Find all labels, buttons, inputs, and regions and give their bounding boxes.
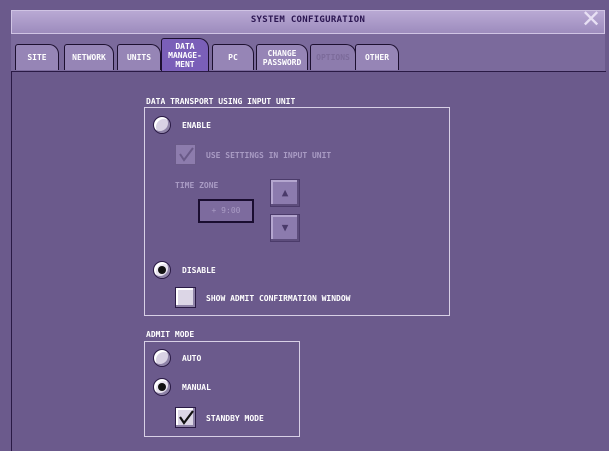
tab-label: PC [228,53,238,62]
tab-label-line: PASSWORD [262,57,302,67]
tab-label: SITE [27,53,47,62]
tab-label: UNITS [126,53,152,62]
tab-label-line: CHANGE [267,48,297,58]
tab-bar: SITE NETWORK UNITS DATA MANAGE- MENT PC … [11,34,605,72]
manual-radio[interactable] [153,378,171,396]
data-transport-group [144,107,450,316]
time-zone-field[interactable]: + 9:00 [198,199,254,223]
tab-pc[interactable]: PC [212,44,254,70]
standby-label: STANDBY MODE [206,414,264,423]
enable-label: ENABLE [182,121,211,130]
use-settings-checkbox[interactable] [175,144,196,165]
tab-units[interactable]: UNITS [117,44,161,70]
tab-label: NETWORK [72,53,106,62]
tab-label: OPTIONS [316,53,350,62]
enable-radio[interactable] [153,116,171,134]
auto-radio[interactable] [153,349,171,367]
tab-label-line: MENT [175,60,195,69]
triangle-down-icon: ▼ [281,221,289,234]
time-zone-down-button[interactable]: ▼ [270,214,300,242]
standby-checkbox[interactable] [175,407,196,428]
data-management-panel: DATA TRANSPORT USING INPUT UNIT ENABLE U… [11,71,606,451]
show-admit-label: SHOW ADMIT CONFIRMATION WINDOW [206,294,351,303]
tab-label: OTHER [364,53,390,62]
admit-mode-heading: ADMIT MODE [146,330,195,339]
tab-other[interactable]: OTHER [355,44,399,70]
checkmark-icon [179,147,194,162]
triangle-up-icon: ▲ [281,186,289,199]
system-configuration-window: SYSTEM CONFIGURATION ✕ SITE NETWORK UNIT… [0,0,609,451]
disable-radio[interactable] [153,261,171,279]
close-icon[interactable]: ✕ [580,7,602,31]
tab-network[interactable]: NETWORK [64,44,114,70]
data-transport-heading: DATA TRANSPORT USING INPUT UNIT [146,97,296,106]
tab-label-line: MANAGE- [168,51,202,60]
manual-label: MANUAL [182,383,211,392]
show-admit-checkbox[interactable] [175,287,196,308]
checkmark-icon [179,410,194,425]
time-zone-up-button[interactable]: ▲ [270,179,300,207]
disable-label: DISABLE [182,266,216,275]
tab-data-management[interactable]: DATA MANAGE- MENT [161,38,209,72]
title-bar: SYSTEM CONFIGURATION ✕ [11,7,605,34]
window-title: SYSTEM CONFIGURATION [250,15,366,25]
auto-label: AUTO [182,354,202,363]
tab-change-password[interactable]: CHANGE PASSWORD [256,44,308,70]
use-settings-label: USE SETTINGS IN INPUT UNIT [206,151,332,160]
tab-label-line: DATA [175,42,195,51]
tab-options[interactable]: OPTIONS [310,44,356,70]
time-zone-label: TIME ZONE [175,181,219,190]
tab-site[interactable]: SITE [15,44,59,70]
